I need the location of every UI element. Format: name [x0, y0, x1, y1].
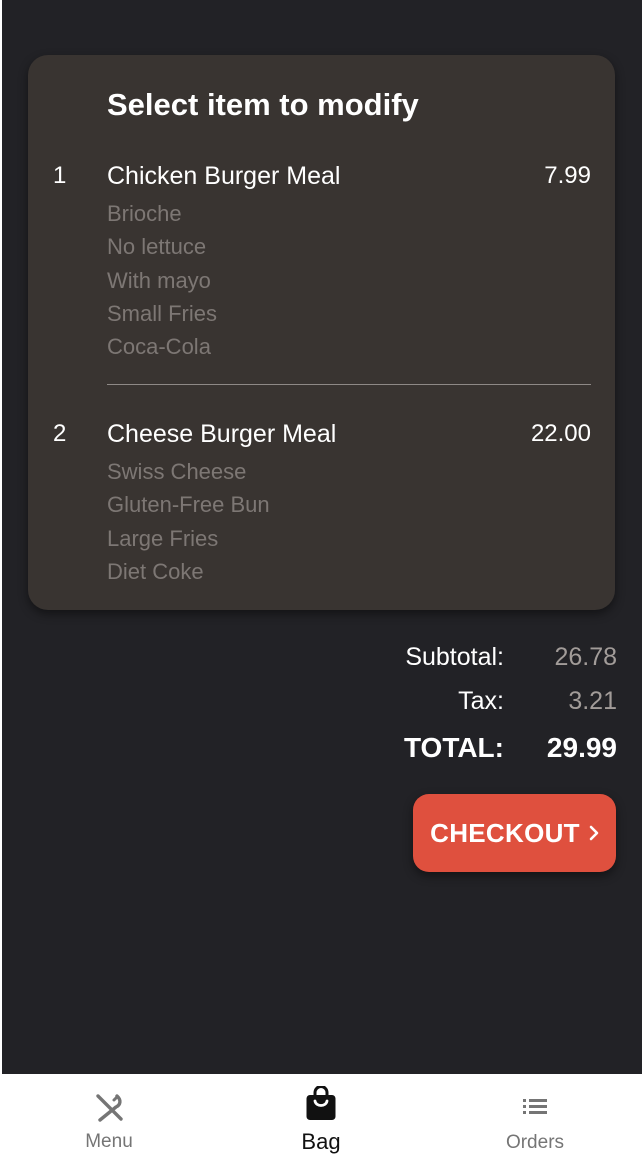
item-name: Cheese Burger Meal: [107, 420, 337, 448]
item-number: 1: [53, 162, 67, 189]
nav-item-menu[interactable]: Menu: [2, 1074, 216, 1166]
item-price: 7.99: [544, 162, 591, 189]
order-items-card: Select item to modify 1 Chicken Burger M…: [28, 55, 615, 610]
nav-label-menu: Menu: [85, 1131, 133, 1152]
fork-knife-icon: [93, 1092, 125, 1129]
chevron-right-icon: [589, 825, 599, 841]
item-modifiers: Swiss Cheese Gluten-Free Bun Large Fries…: [107, 455, 270, 588]
order-item-chicken-burger-meal[interactable]: 1 Chicken Burger Meal 7.99 Brioche No le…: [28, 159, 615, 364]
modifier: No lettuce: [107, 234, 207, 260]
subtotal-value: 26.78: [554, 643, 617, 671]
nav-label-orders: Orders: [505, 1132, 565, 1153]
total-label: TOTAL:: [403, 732, 504, 763]
item-name: Chicken Burger Meal: [107, 162, 341, 190]
card-title: Select item to modify: [107, 87, 419, 122]
modifier: Diet Coke: [107, 558, 204, 584]
item-modifiers: Brioche No lettuce With mayo Small Fries…: [107, 197, 217, 363]
modifier: Swiss Cheese: [107, 459, 247, 484]
item-number: 2: [53, 420, 67, 447]
modifier: Gluten-Free Bun: [107, 492, 270, 518]
order-item-cheese-burger-meal[interactable]: 2 Cheese Burger Meal 22.00 Swiss Cheese …: [28, 417, 615, 589]
modifier: Brioche: [107, 201, 182, 226]
tax-value: 3.21: [568, 687, 617, 715]
modifier: Small Fries: [107, 300, 218, 326]
shopping-bag-icon: [305, 1085, 337, 1127]
item-divider: [107, 384, 591, 385]
subtotal-label: Subtotal:: [405, 643, 504, 671]
nav-item-bag[interactable]: Bag: [214, 1074, 428, 1166]
modifier: With mayo: [107, 267, 211, 293]
bottom-navigation: Menu Bag Orders: [0, 1074, 642, 1166]
total-value: 29.99: [546, 732, 617, 763]
checkout-label: CHECKOUT: [430, 817, 580, 848]
bag-screen: Select item to modify 1 Chicken Burger M…: [2, 0, 642, 1074]
nav-item-orders[interactable]: Orders: [428, 1074, 642, 1166]
modifier: Coca-Cola: [107, 334, 211, 360]
tax-label: Tax:: [458, 687, 504, 715]
item-price: 22.00: [530, 420, 591, 447]
list-icon: [522, 1097, 548, 1124]
modifier: Large Fries: [107, 525, 219, 551]
checkout-button[interactable]: CHECKOUT: [413, 794, 616, 872]
nav-label-bag: Bag: [301, 1129, 341, 1154]
